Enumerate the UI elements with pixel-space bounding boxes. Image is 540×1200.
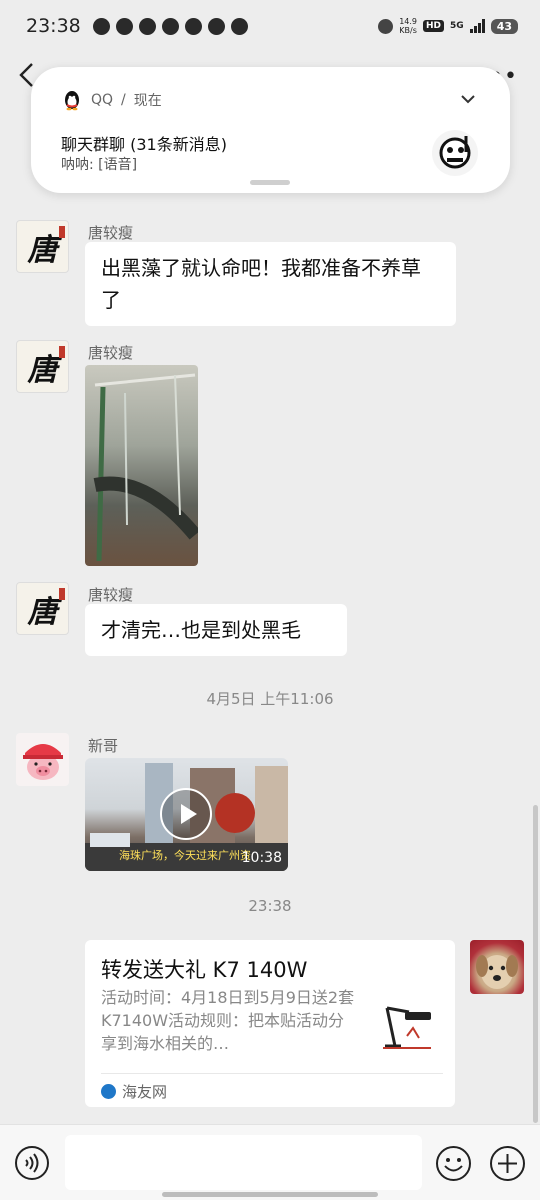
link-card-message[interactable]: 转发送大礼 K7 140W 活动时间：4月18日到5月9日送2套K7140W活动… — [85, 940, 455, 1107]
net-speed-unit: KB/s — [399, 26, 417, 35]
timestamp: 4月5日 上午11:06 — [206, 690, 334, 708]
radio-status-icon — [138, 17, 156, 35]
sender-name: 唐较瘦 — [88, 344, 134, 362]
check-status-icon — [184, 17, 202, 35]
video-caption: 海珠广场，今天过来广州资 — [119, 849, 251, 862]
notification-body: 呐呐: [语音] — [61, 157, 138, 173]
alarm-icon — [378, 18, 394, 34]
notification-app: QQ — [91, 92, 114, 108]
image-message[interactable] — [85, 365, 198, 566]
status-bar: 23:38 14.9 KB/s HD 5G 43 — [0, 0, 540, 52]
source-icon — [101, 1084, 116, 1099]
qq-penguin-icon — [65, 91, 79, 111]
hd-badge: HD — [423, 20, 445, 32]
net-speed: 14.9 KB/s — [399, 17, 417, 35]
scrollbar[interactable] — [533, 805, 538, 1123]
weibo-status-icon — [115, 17, 133, 35]
avatar[interactable]: 唐 — [16, 582, 69, 635]
status-right: 14.9 KB/s HD 5G 43 — [378, 17, 518, 35]
seal-icon — [59, 588, 65, 600]
avatar[interactable]: 唐 — [16, 220, 69, 273]
seal-icon — [59, 346, 65, 358]
video-duration: 10:38 — [241, 850, 282, 866]
qq-notification-banner[interactable]: QQ / 现在 聊天群聊 (31条新消息) 呐呐: [语音] — [31, 67, 510, 193]
notification-title: 聊天群聊 (31条新消息) — [61, 135, 227, 154]
wechat-status-icon — [207, 17, 225, 35]
net-speed-value: 14.9 — [399, 17, 418, 26]
chevron-down-icon[interactable] — [460, 93, 476, 105]
qq-status-icon-2 — [230, 17, 248, 35]
link-title: 转发送大礼 K7 140W — [101, 958, 308, 982]
seal-icon — [59, 226, 65, 238]
notification-time: 现在 — [133, 93, 162, 109]
sender-name: 新哥 — [88, 737, 119, 755]
emoji-icon[interactable] — [435, 1145, 472, 1182]
notification-icons — [92, 17, 248, 35]
avatar-char: 唐 — [27, 594, 58, 630]
timestamp: 23:38 — [248, 897, 292, 915]
text-bubble[interactable]: 才清完…也是到处黑毛 — [85, 604, 347, 656]
link-divider — [101, 1073, 443, 1074]
avatar-char: 唐 — [27, 232, 58, 268]
play-icon[interactable] — [160, 788, 212, 840]
link-source: 海友网 — [101, 1081, 167, 1102]
add-more-icon[interactable] — [489, 1145, 526, 1182]
notification-group-avatar — [432, 130, 478, 176]
link-description: 活动时间：4月18日到5月9日送2套K7140W活动规则：把本贴活动分享到海水相… — [101, 988, 355, 1053]
my-avatar[interactable] — [470, 940, 524, 994]
input-bar — [0, 1124, 540, 1200]
link-thumbnail — [379, 998, 439, 1058]
sender-name: 唐较瘦 — [88, 224, 134, 242]
avatar[interactable]: 唐 — [16, 340, 69, 393]
notification-drag-handle[interactable] — [250, 180, 290, 185]
battery-icon: 43 — [490, 18, 518, 34]
message-status-icon — [161, 17, 179, 35]
avatar[interactable] — [16, 733, 69, 786]
avatar-char: 唐 — [27, 352, 58, 388]
sender-name: 唐较瘦 — [88, 586, 134, 604]
video-message[interactable]: 海珠广场，今天过来广州资 10:38 — [85, 758, 288, 871]
signal-icon — [469, 19, 485, 33]
network-label: 5G — [450, 21, 464, 31]
message-input[interactable] — [65, 1135, 422, 1190]
status-time: 23:38 — [26, 15, 81, 37]
text-bubble[interactable]: 出黑藻了就认命吧！我都准备不养草了 — [85, 242, 456, 326]
home-indicator[interactable] — [162, 1192, 378, 1197]
link-source-name: 海友网 — [122, 1083, 168, 1101]
notification-separator: / — [121, 92, 126, 108]
voice-input-icon[interactable] — [14, 1145, 50, 1181]
notification-header: QQ / 现在 — [61, 89, 162, 111]
qq-status-icon — [92, 17, 110, 35]
